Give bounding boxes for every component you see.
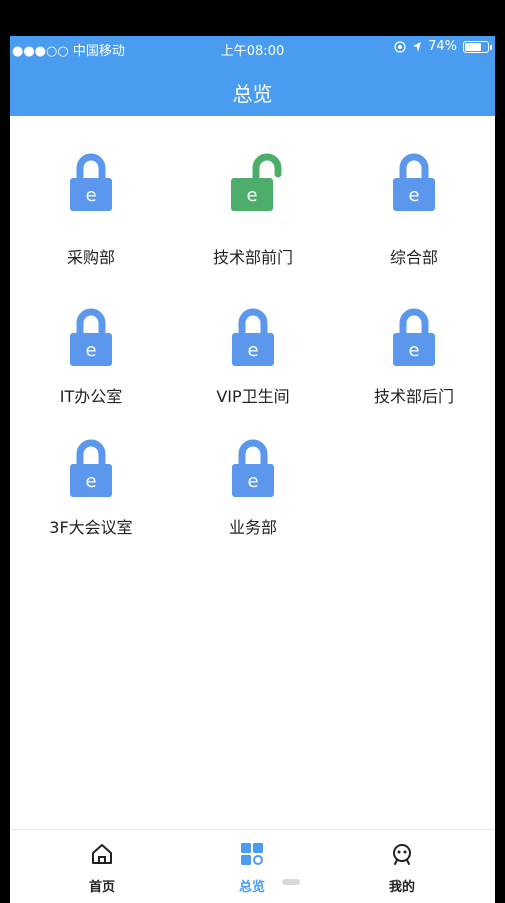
door-tile[interactable]: e 技术部后门 <box>333 307 495 407</box>
orientation-lock-icon <box>394 40 406 53</box>
door-tile[interactable]: e 技术部前门 <box>172 152 334 268</box>
door-name: VIP卫生间 <box>216 387 290 406</box>
home-icon <box>92 844 112 864</box>
door-tile[interactable]: e 采购部 <box>10 152 172 268</box>
lock-letter: e <box>85 471 96 492</box>
lock-icon: e <box>70 153 112 211</box>
lock-letter: e <box>408 340 419 361</box>
lock-icon: e <box>70 439 112 497</box>
door-tile[interactable]: e IT办公室 <box>10 307 172 407</box>
lock-letter: e <box>247 471 258 492</box>
door-tile[interactable]: e 业务部 <box>172 438 334 538</box>
tab-home-label: 首页 <box>88 880 115 895</box>
lock-letter: e <box>246 185 257 206</box>
lock-icon: e <box>232 308 274 366</box>
door-name: 技术部前门 <box>212 248 293 267</box>
grid-icon <box>241 843 263 865</box>
lock-letter: e <box>85 185 96 206</box>
unlock-icon: e <box>231 153 282 211</box>
header: ●●●○○ 中国移动 上午08:00 74% 总览 <box>10 36 495 116</box>
door-name: 业务部 <box>228 518 277 537</box>
door-tile[interactable]: e 综合部 <box>333 152 495 268</box>
lock-letter: e <box>408 185 419 206</box>
door-name: 技术部后门 <box>373 387 454 406</box>
lock-icon: e <box>232 439 274 497</box>
lock-icon: e <box>393 308 435 366</box>
battery-icon <box>463 40 492 53</box>
door-name: 3F大会议室 <box>49 518 133 537</box>
page-title: 总览 <box>232 82 273 106</box>
battery-percent: 74% <box>428 39 457 54</box>
lock-letter: e <box>247 340 258 361</box>
page-indicator <box>282 879 300 885</box>
lock-icon: e <box>393 153 435 211</box>
tab-profile-label: 我的 <box>388 880 415 895</box>
profile-icon <box>393 844 411 865</box>
lock-letter: e <box>85 340 96 361</box>
app-screen: ●●●○○ 中国移动 上午08:00 74% 总览 e 采购部 e 技术部前门 e 综合部… <box>10 36 495 903</box>
status-bar: ●●●○○ 中国移动 上午08:00 74% <box>10 36 495 60</box>
lock-icon: e <box>70 308 112 366</box>
door-name: IT办公室 <box>59 387 123 406</box>
location-arrow-icon <box>413 41 422 52</box>
tab-home[interactable]: 首页 <box>42 842 162 895</box>
door-name: 综合部 <box>389 248 438 267</box>
door-tile[interactable]: e 3F大会议室 <box>10 438 172 538</box>
door-name: 采购部 <box>66 248 115 267</box>
status-indicators: 74% <box>394 39 492 54</box>
tab-overview[interactable]: 总览 <box>192 842 312 895</box>
bottom-tab-bar: 首页 总览 我的 <box>10 829 495 903</box>
door-tile[interactable]: e VIP卫生间 <box>172 307 334 407</box>
tab-profile[interactable]: 我的 <box>342 842 462 895</box>
top-black-border <box>0 0 505 36</box>
